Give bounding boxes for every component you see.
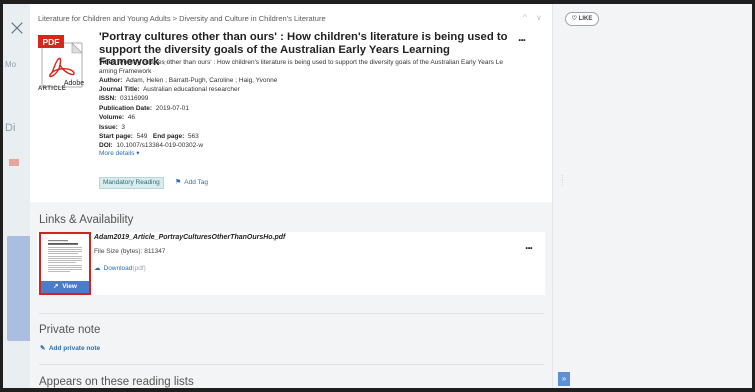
field-value: 549 <box>136 133 148 140</box>
record-detail-panel: Literature for Children and Young Adults… <box>30 4 552 388</box>
more-details-link[interactable]: More details ▾ <box>99 149 139 157</box>
field-value: arning Framework <box>99 68 152 75</box>
cloud-download-icon: ☁ <box>94 265 101 272</box>
record-card: Literature for Children and Young Adults… <box>30 4 552 202</box>
more-options-icon[interactable]: ... <box>518 30 526 44</box>
resize-handle-icon[interactable]: ⋮ ⋮ <box>559 175 566 187</box>
document-preview-image <box>44 237 86 277</box>
breadcrumb[interactable]: Literature for Children and Young Adults… <box>38 14 326 23</box>
file-size-label: File Size (bytes): <box>94 248 143 255</box>
pages-field: Start page: 549 End page: 563 <box>99 132 539 141</box>
field-value: 03116999 <box>119 95 149 102</box>
section-divider <box>39 313 544 314</box>
resource-type-label: ARTICLE <box>38 86 67 92</box>
add-private-note-button[interactable]: ✎ Add private note <box>40 344 100 352</box>
adobe-label: Adobe <box>64 80 84 87</box>
field-value: 2019-07-01 <box>155 105 189 112</box>
field-label: DOI: <box>99 142 113 149</box>
file-card: ↗ View Adam2019_Article_PortrayCulturesO… <box>37 232 545 295</box>
journal-title-field: Journal Title: Australian educational re… <box>99 85 539 94</box>
field-value: 3 <box>121 124 126 131</box>
background-page-strip: Mo Di <box>3 4 30 388</box>
background-card <box>7 236 30 341</box>
volume-field: Volume: 46 <box>99 113 539 122</box>
file-thumbnail[interactable]: ↗ View <box>39 232 91 295</box>
heart-icon: ♡ <box>571 16 578 22</box>
background-text: Mo <box>5 60 17 69</box>
close-icon[interactable]: × <box>6 18 28 41</box>
add-tag-label: Add Tag <box>184 179 209 186</box>
view-button[interactable]: ↗ View <box>41 281 89 293</box>
author-field: Author: Adam, Helen ; Barratt-Pugh, Caro… <box>99 76 539 85</box>
issn-field: ISSN: 03116999 <box>99 94 539 103</box>
mandatory-reading-tag[interactable]: Mandatory Reading <box>99 177 164 189</box>
pencil-icon: ✎ <box>40 345 46 352</box>
like-button[interactable]: ♡ LIKE <box>565 12 599 26</box>
field-label: Volume: <box>99 114 125 121</box>
like-label: LIKE <box>578 16 593 22</box>
add-private-note-label: Add private note <box>48 345 101 352</box>
expand-panel-button[interactable]: » <box>558 372 570 386</box>
pdf-file-icon: PDF Adobe <box>38 35 84 88</box>
file-name: Adam2019_Article_PortrayCulturesOtherTha… <box>94 234 286 241</box>
tag-icon: ⚑ <box>175 179 182 186</box>
field-label: Title: <box>99 59 115 66</box>
publication-date-field: Publication Date: 2019-07-01 <box>99 104 539 113</box>
file-size-value: 811347 <box>144 248 166 255</box>
private-note-heading: Private note <box>39 324 101 336</box>
field-label: Journal Title: <box>99 86 140 93</box>
file-size: File Size (bytes): 811347 <box>94 248 165 255</box>
field-label: ISSN: <box>99 95 117 102</box>
field-value: 'Portray cultures other than ours' : How… <box>118 59 503 66</box>
field-value: Adam, Helen ; Barratt-Pugh, Caroline ; H… <box>125 77 278 84</box>
download-link[interactable]: ☁ Download(pdf) <box>94 264 146 272</box>
file-more-options-icon[interactable]: ... <box>525 238 533 252</box>
side-panel: ♡ LIKE ⋮ ⋮ » <box>552 4 752 388</box>
title-field: Title: 'Portray cultures other than ours… <box>99 58 539 67</box>
view-label: View <box>62 283 77 290</box>
title-field-continued: arning Framework <box>99 67 539 76</box>
download-label: Download <box>103 265 133 272</box>
field-label: Author: <box>99 77 123 84</box>
prev-next-arrows[interactable]: ^ v <box>523 13 545 22</box>
links-availability-heading: Links & Availability <box>39 214 134 226</box>
pdf-badge: PDF <box>43 37 60 47</box>
field-label: Issue: <box>99 124 118 131</box>
field-label: Publication Date: <box>99 105 153 112</box>
field-value: 563 <box>187 133 199 140</box>
field-value: 10.1007/s13384-019-00302-w <box>116 142 204 149</box>
download-extension: (pdf) <box>132 265 146 272</box>
background-text: Di <box>5 122 16 134</box>
field-value: 46 <box>127 114 136 121</box>
issue-field: Issue: 3 <box>99 123 539 132</box>
field-value: Australian educational researcher <box>142 86 240 93</box>
add-tag-button[interactable]: ⚑ Add Tag <box>175 177 208 189</box>
section-divider <box>39 364 544 365</box>
reading-lists-heading: Appears on these reading lists <box>39 376 194 388</box>
field-label: End page: <box>152 133 185 140</box>
frame-border-bottom <box>0 388 755 392</box>
external-link-icon: ↗ <box>53 283 59 290</box>
background-badge <box>9 159 19 166</box>
field-label: Start page: <box>99 133 133 140</box>
doi-field: DOI: 10.1007/s13384-019-00302-w <box>99 141 539 150</box>
